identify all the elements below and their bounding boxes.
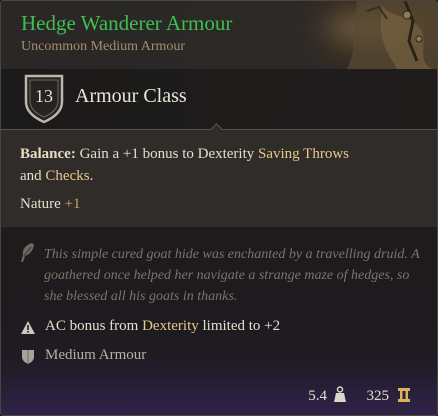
saving-throws-link[interactable]: Saving Throws [258,146,349,162]
armour-type-icon [21,348,35,370]
balance-text: Gain a +1 bonus to Dexterity [79,146,255,162]
section-separator [1,227,437,239]
item-lore-text: This simple cured goat hide was enchante… [44,247,420,304]
restriction-post: limited to +2 [202,318,281,334]
nature-bonus-value: +1 [64,196,81,212]
item-name: Hedge Wanderer Armour [21,11,233,35]
restriction-text: AC bonus from Dexterity limited to +2 [45,318,280,335]
balance-and: and [20,168,42,184]
balance-label: Balance: [20,146,76,162]
armour-class-row: 13 Armour Class [1,69,437,129]
balance-period: . [89,168,94,184]
gold-icon [397,387,411,408]
restriction-pre: AC bonus from [45,318,139,334]
armour-type-label: Medium Armour [45,347,147,363]
balance-property: Balance: Gain a +1 bonus to Dexterity Sa… [20,143,420,187]
item-tooltip: Hedge Wanderer Armour Uncommon Medium Ar… [0,0,438,416]
item-properties: Balance: Gain a +1 bonus to Dexterity Sa… [1,130,437,227]
tooltip-header: Hedge Wanderer Armour Uncommon Medium Ar… [1,1,437,69]
tooltip-footer: 5.4 325 [1,374,437,415]
item-rarity-type: Uncommon Medium Armour [21,39,186,54]
nature-label: Nature [20,196,61,212]
armour-class-value: 13 [35,86,53,106]
item-weight: 5.4 [308,388,327,404]
warning-icon [20,320,36,340]
quill-icon [19,242,37,269]
nature-bonus-row: Nature +1 [20,196,81,213]
item-price: 325 [366,388,390,404]
dexterity-link[interactable]: Dexterity [142,318,199,334]
weight-icon [333,386,347,409]
item-preview-image [287,1,437,69]
armour-class-label: Armour Class [75,85,187,107]
checks-link[interactable]: Checks [45,168,89,184]
